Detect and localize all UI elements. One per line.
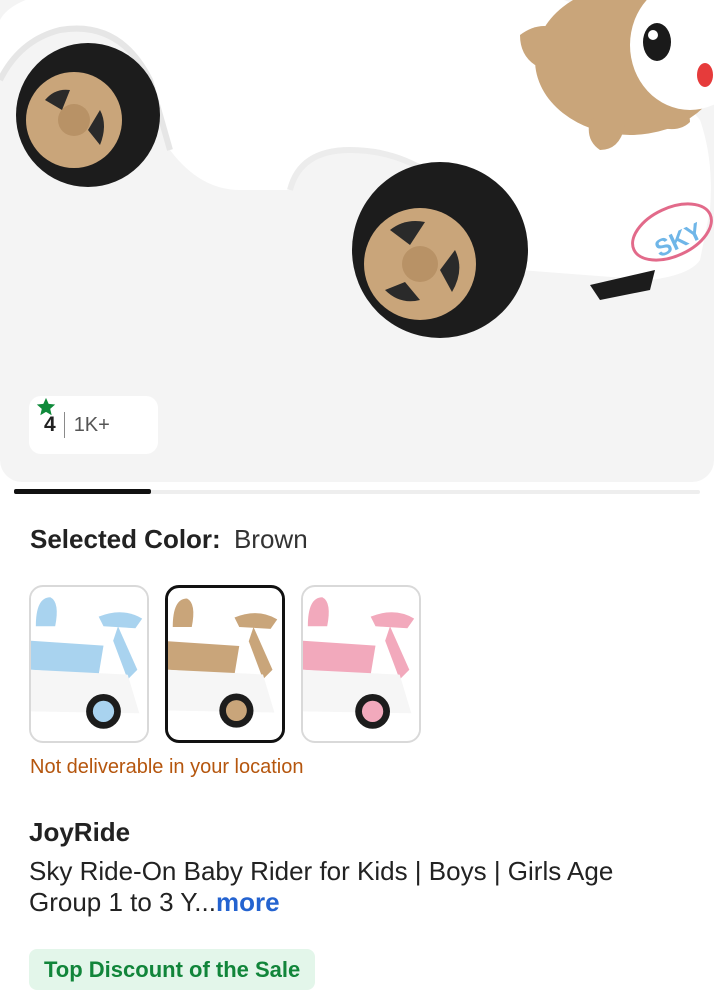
color-swatch-brown[interactable]: [165, 585, 285, 743]
selected-color-value: Brown: [233, 524, 308, 554]
pink-variant-thumbnail: [303, 587, 419, 741]
color-swatch-pink[interactable]: [301, 585, 421, 743]
product-image[interactable]: SKY 4 1K+: [0, 0, 714, 482]
selected-color-label: Selected Color:: [30, 524, 221, 554]
product-title-text: Sky Ride-On Baby Rider for Kids | Boys |…: [29, 856, 614, 917]
brand-name[interactable]: JoyRide: [29, 817, 130, 848]
rating-chip[interactable]: 4 1K+: [29, 396, 158, 454]
color-swatch-list: [29, 585, 421, 743]
blue-variant-thumbnail: [31, 587, 147, 741]
color-swatch-blue[interactable]: [29, 585, 149, 743]
rating-count: 1K+: [73, 413, 110, 436]
product-title: Sky Ride-On Baby Rider for Kids | Boys |…: [29, 856, 689, 918]
chip-divider: [63, 412, 65, 438]
selected-color-row: Selected Color: Brown: [30, 524, 308, 555]
more-link[interactable]: more: [216, 887, 280, 917]
brown-variant-thumbnail: [168, 588, 282, 740]
delivery-warning: Not deliverable in your location: [30, 756, 304, 778]
carousel-indicator-active: [14, 489, 151, 494]
star-icon: [36, 397, 56, 416]
discount-badge: Top Discount of the Sale: [29, 949, 316, 990]
